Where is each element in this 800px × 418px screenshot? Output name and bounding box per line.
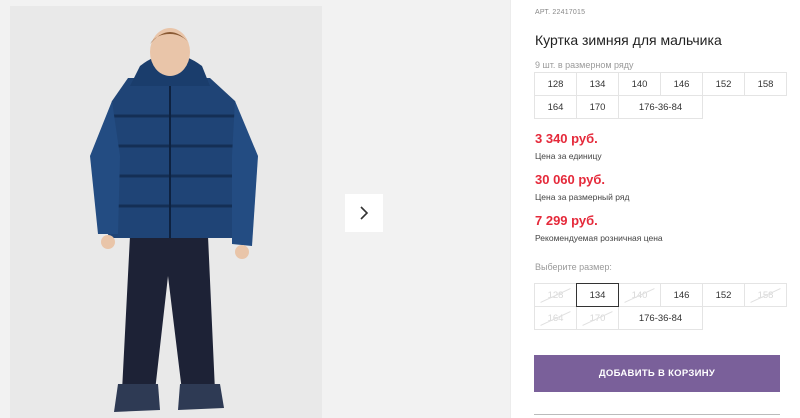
size-selector: 128 134 140 146 152 158 164 170 176-36-8… bbox=[534, 283, 787, 330]
retail-price: 7 299 руб. bbox=[535, 213, 598, 228]
product-photo[interactable] bbox=[10, 6, 322, 418]
pack-sizes-grid: 128 134 140 146 152 158 164 170 176-36-8… bbox=[534, 72, 787, 119]
unit-price-caption: Цена за единицу bbox=[535, 151, 602, 161]
size-option[interactable]: 128 bbox=[534, 283, 577, 307]
boy-in-jacket-illustration bbox=[10, 6, 322, 418]
size-option[interactable]: 146 bbox=[660, 283, 703, 307]
panel-divider bbox=[510, 0, 511, 418]
article-number: АРТ. 22417015 bbox=[535, 9, 586, 16]
pack-size-label: 9 шт. в размерном ряду bbox=[535, 60, 634, 70]
size-option[interactable]: 170 bbox=[576, 306, 619, 330]
size-option[interactable]: 140 bbox=[618, 283, 661, 307]
pack-size-cell: 146 bbox=[660, 72, 703, 96]
chevron-right-icon bbox=[360, 206, 369, 220]
add-to-cart-button[interactable]: ДОБАВИТЬ В КОРЗИНУ bbox=[534, 355, 780, 392]
size-option-selected[interactable]: 134 bbox=[576, 283, 619, 307]
pack-size-cell: 170 bbox=[576, 95, 619, 119]
next-image-button[interactable] bbox=[345, 194, 383, 232]
pack-size-cell: 128 bbox=[534, 72, 577, 96]
pack-size-cell: 134 bbox=[576, 72, 619, 96]
bottom-divider bbox=[534, 414, 780, 415]
pack-size-cell: 152 bbox=[702, 72, 745, 96]
product-gallery bbox=[0, 0, 510, 418]
retail-price-caption: Рекомендуемая розничная цена bbox=[535, 233, 663, 243]
size-option[interactable]: 152 bbox=[702, 283, 745, 307]
unit-price: 3 340 руб. bbox=[535, 131, 598, 146]
choose-size-label: Выберите размер: bbox=[535, 262, 612, 272]
product-title: Куртка зимняя для мальчика bbox=[535, 32, 722, 48]
pack-price-caption: Цена за размерный ряд bbox=[535, 192, 630, 202]
pack-size-cell: 140 bbox=[618, 72, 661, 96]
size-option[interactable]: 164 bbox=[534, 306, 577, 330]
size-option[interactable]: 176-36-84 bbox=[618, 306, 703, 330]
pack-size-cell: 176-36-84 bbox=[618, 95, 703, 119]
pack-price: 30 060 руб. bbox=[535, 172, 606, 187]
size-option[interactable]: 158 bbox=[744, 283, 787, 307]
pack-size-cell: 164 bbox=[534, 95, 577, 119]
pack-size-cell: 158 bbox=[744, 72, 787, 96]
